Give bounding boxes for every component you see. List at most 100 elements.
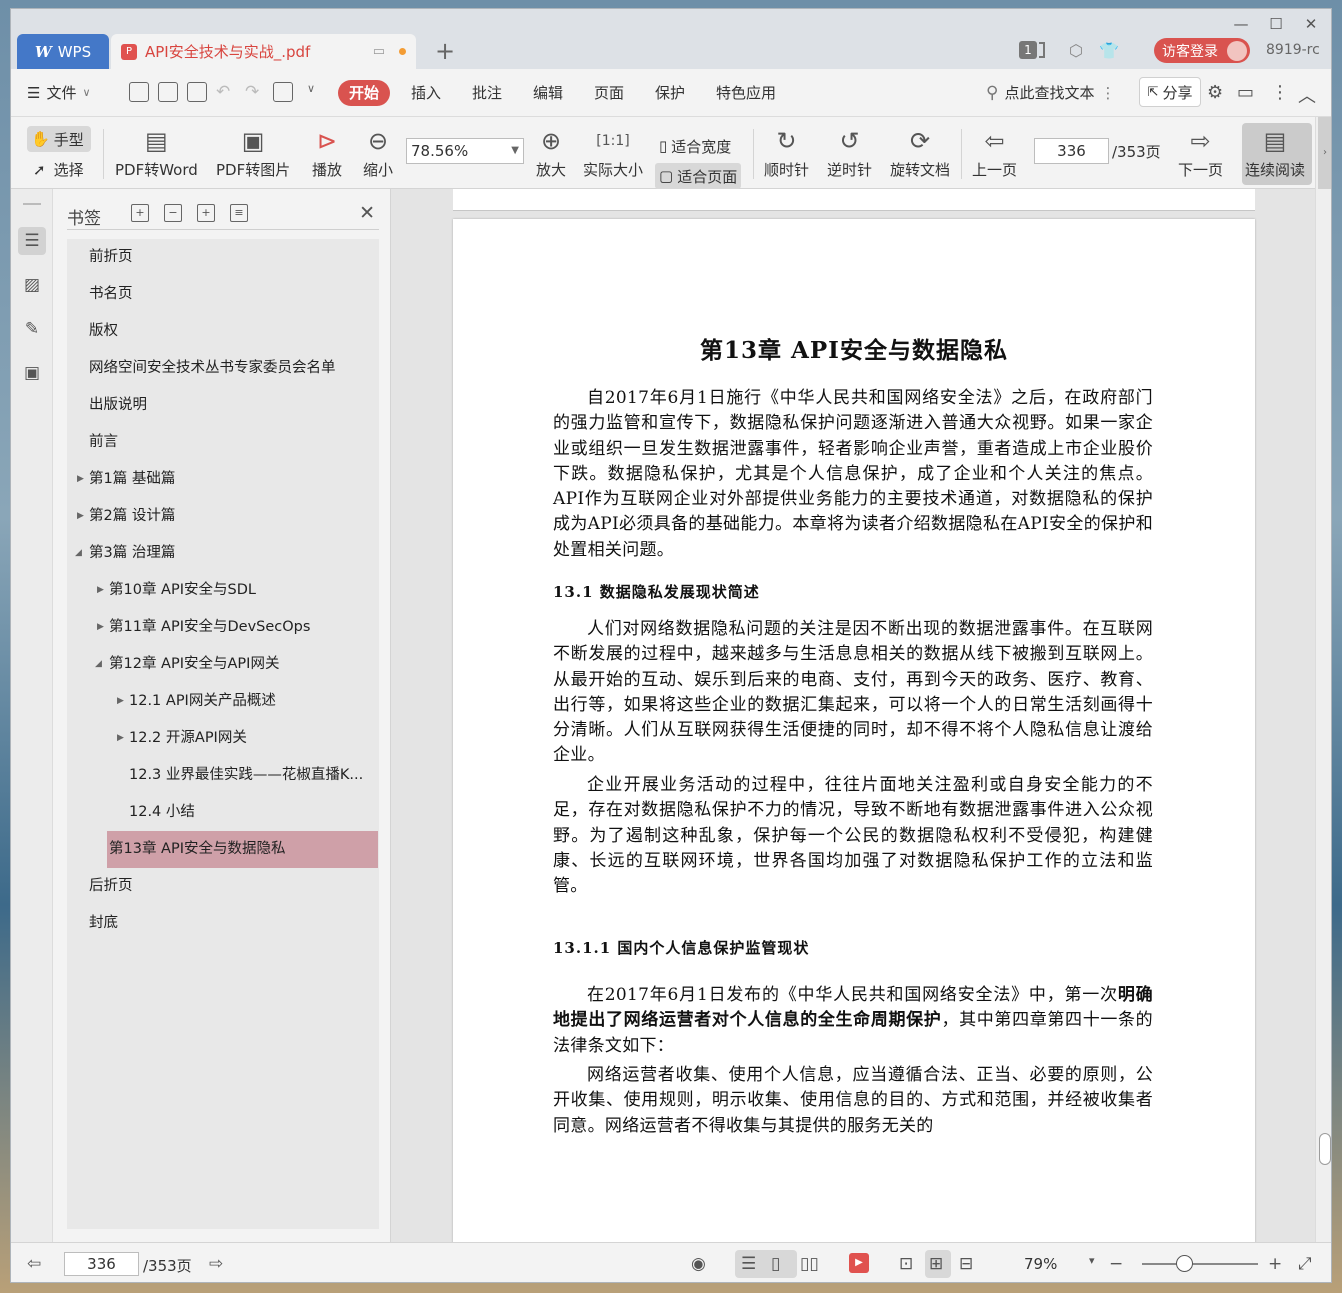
zoom-in-button[interactable]: ⊕ 放大 (536, 125, 566, 180)
zoom-slider-track[interactable] (1142, 1263, 1258, 1265)
bookmark-item[interactable]: ▶ 12.2 开源API网关 (115, 720, 247, 757)
arrow-left-icon[interactable]: ⇦ (27, 1254, 41, 1274)
select-tool-button[interactable]: ➚ 选择 (33, 159, 84, 180)
monitor-icon[interactable]: ▭ (373, 44, 385, 59)
minimize-button[interactable]: — (1226, 13, 1256, 35)
redo-icon[interactable]: ↷ (245, 82, 259, 102)
zoom-in-icon[interactable]: + (1268, 1254, 1282, 1274)
save-icon[interactable] (158, 82, 178, 102)
document-viewport[interactable]: 第13章 API安全与数据隐私 自2017年6月1日施行《中华人民共和国网络安全… (391, 189, 1315, 1242)
shirt-icon[interactable]: 👕 (1099, 41, 1119, 60)
bookmark-item[interactable]: ◢ 第12章 API安全与API网关 (95, 646, 279, 683)
menu-tab-edit[interactable]: 编辑 (533, 82, 563, 103)
open-folder-icon[interactable] (129, 82, 149, 102)
share-button[interactable]: ⇱ 分享 (1139, 77, 1201, 107)
bookmark-item[interactable]: 前言 (89, 424, 118, 461)
zoom-level[interactable]: 79% (1024, 1255, 1057, 1273)
zoom-out-button[interactable]: ⊖ 缩小 (363, 125, 393, 180)
actual-size-icon[interactable]: ⊡ (899, 1254, 913, 1274)
bookmark-item[interactable]: 书名页 (89, 276, 133, 313)
export-image-icon[interactable] (273, 82, 293, 102)
annotation-icon[interactable]: ✎ (18, 315, 46, 343)
comment-icon[interactable]: ▭ (1237, 82, 1254, 103)
eye-icon[interactable]: ◉ (691, 1254, 706, 1274)
vertical-scrollbar[interactable]: › (1315, 117, 1331, 1242)
triangle-down-icon[interactable]: ◢ (95, 646, 102, 683)
menu-tab-page[interactable]: 页面 (594, 82, 624, 103)
collapse-all-icon[interactable]: − (164, 204, 182, 222)
chevron-down-icon[interactable]: ▾ (1089, 1254, 1095, 1267)
tab-document[interactable]: P API安全技术与实战_.pdf ▭ (111, 34, 416, 69)
panel-toggle-icon[interactable]: › (1318, 117, 1331, 189)
search-text-box[interactable]: ⚲ 点此查找文本 ⋮ (986, 82, 1115, 103)
bookmark-item[interactable]: ▶ 第11章 API安全与DevSecOps (95, 609, 310, 646)
triangle-right-icon[interactable]: ▶ (97, 609, 104, 646)
double-page-icon[interactable]: ▯▯ (800, 1254, 819, 1274)
undo-icon[interactable]: ↶ (216, 82, 230, 102)
add-bookmark-icon[interactable]: + (197, 204, 215, 222)
scrollbar-thumb[interactable] (1319, 1133, 1331, 1165)
tab-wps-home[interactable]: W WPS (17, 34, 109, 69)
bookmark-item[interactable]: 前折页 (89, 239, 133, 276)
skin-icon[interactable]: ⬡ (1069, 41, 1083, 60)
actual-size-button[interactable]: [1:1] 实际大小 (583, 125, 643, 180)
bookmark-item[interactable]: ▶ 12.1 API网关产品概述 (115, 683, 276, 720)
bookmark-item[interactable]: 封底 (89, 905, 118, 942)
bookmark-item[interactable]: ◢ 第3篇 治理篇 (75, 535, 175, 572)
zoom-slider-knob[interactable] (1176, 1255, 1193, 1272)
expand-all-icon[interactable]: + (131, 204, 149, 222)
continuous-view-icon[interactable]: ☰ (741, 1254, 756, 1274)
bookmark-item[interactable]: 出版说明 (89, 387, 147, 424)
bookmark-item[interactable]: 版权 (89, 313, 118, 350)
next-page-button[interactable]: ⇨ 下一页 (1178, 125, 1223, 180)
fit-width-icon[interactable]: ⊟ (959, 1254, 973, 1274)
close-icon[interactable]: ✕ (359, 202, 375, 224)
login-button[interactable]: 访客登录 (1154, 38, 1250, 63)
thumbnail-icon[interactable]: ▨ (18, 271, 46, 299)
play-button[interactable]: ⊳ 播放 (312, 125, 342, 180)
bookmark-item[interactable]: ▶ 第1篇 基础篇 (75, 461, 175, 498)
triangle-right-icon[interactable]: ▶ (117, 683, 124, 720)
print-icon[interactable] (187, 82, 207, 102)
close-window-button[interactable]: ✕ (1296, 13, 1326, 35)
fullscreen-icon[interactable]: ⤢ (1298, 1254, 1312, 1274)
triangle-right-icon[interactable]: ▶ (77, 498, 84, 535)
triangle-right-icon[interactable]: ▶ (77, 461, 84, 498)
bookmark-item[interactable]: 12.3 业界最佳实践——花椒直播K... (129, 757, 375, 794)
bookmark-item[interactable]: ▶ 第2篇 设计篇 (75, 498, 175, 535)
page-number-input[interactable]: 336 (1034, 138, 1109, 164)
image-extract-icon[interactable]: ▣ (18, 359, 46, 387)
zoom-out-icon[interactable]: − (1109, 1254, 1123, 1274)
zoom-select[interactable]: 78.56% ▼ (406, 138, 524, 164)
menu-tab-comment[interactable]: 批注 (472, 82, 502, 103)
single-page-icon[interactable]: ▯ (771, 1254, 780, 1274)
window-count-badge[interactable]: 1 (1019, 41, 1037, 59)
new-tab-button[interactable]: + (435, 37, 455, 65)
gear-icon[interactable]: ⚙ (1207, 82, 1223, 103)
fit-page-icon[interactable]: ⊞ (929, 1254, 943, 1274)
bookmark-settings-icon[interactable]: ≡ (230, 204, 248, 222)
triangle-right-icon[interactable]: ▶ (97, 572, 104, 609)
menu-tab-insert[interactable]: 插入 (411, 82, 441, 103)
triangle-down-icon[interactable]: ◢ (75, 535, 82, 572)
prev-page-button[interactable]: ⇦ 上一页 (972, 125, 1017, 180)
fit-width-button[interactable]: ▯ 适合宽度 (655, 133, 735, 159)
bookmark-item[interactable]: ▶ 第10章 API安全与SDL (95, 572, 256, 609)
rotate-clockwise-button[interactable]: ↻ 顺时针 (764, 125, 809, 180)
menu-tab-start[interactable]: 开始 (338, 80, 390, 106)
hand-tool-button[interactable]: ✋ 手型 (27, 126, 91, 152)
menu-tab-protect[interactable]: 保护 (655, 82, 685, 103)
bookmark-item[interactable]: 12.4 小结 (129, 794, 195, 831)
arrow-right-icon[interactable]: ⇨ (209, 1254, 223, 1274)
pdf-to-word-button[interactable]: ▤ PDF转Word (115, 125, 198, 180)
bookmark-item[interactable]: 网络空间安全技术丛书专家委员会名单 (89, 350, 336, 387)
bookmark-item-active[interactable]: ▶第13章 API安全与数据隐私 (107, 831, 378, 868)
file-menu[interactable]: ☰ 文件 ∨ (27, 82, 91, 103)
bookmark-item[interactable]: 后折页 (89, 868, 133, 905)
pdf-to-image-button[interactable]: ▣ PDF转图片 (216, 125, 290, 180)
quick-access-more-icon[interactable]: ∨ (307, 82, 315, 95)
rotate-counterclockwise-button[interactable]: ↺ 逆时针 (827, 125, 872, 180)
more-options-icon[interactable]: ⋮ (1271, 82, 1289, 103)
play-icon[interactable]: ▶ (849, 1253, 869, 1273)
menu-tab-features[interactable]: 特色应用 (716, 82, 776, 103)
